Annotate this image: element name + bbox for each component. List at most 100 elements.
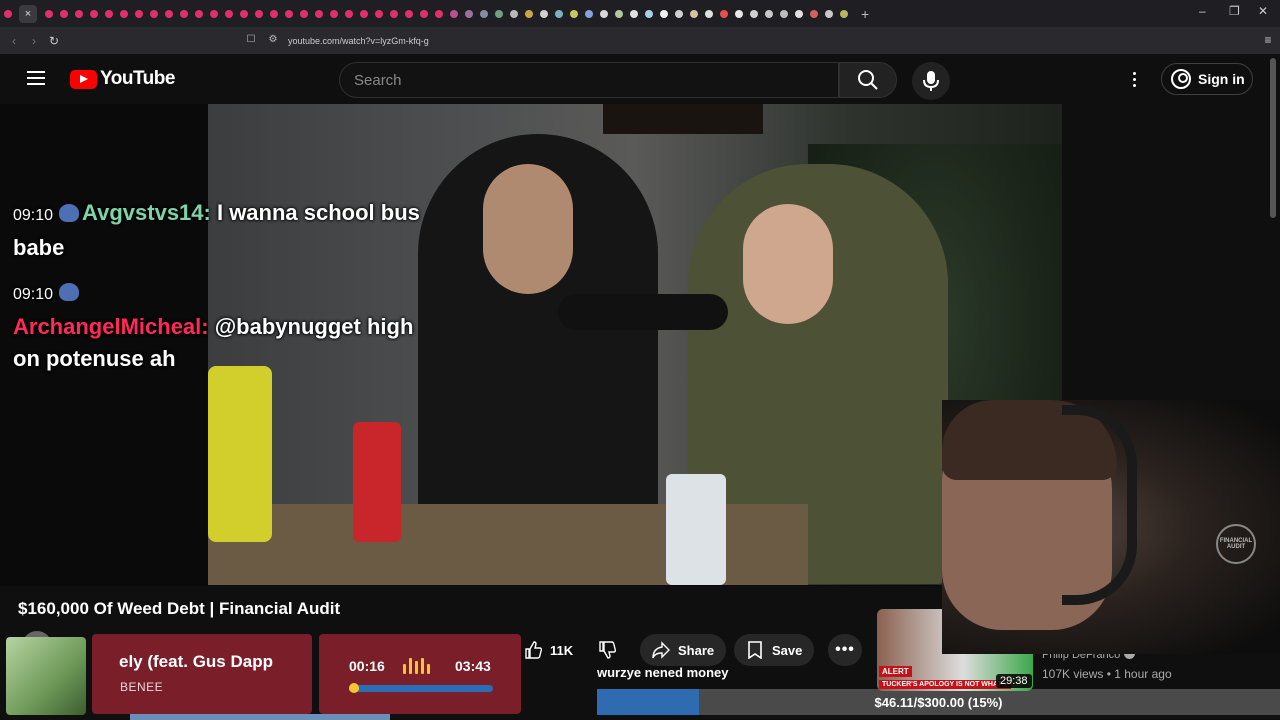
total-time: 03:43 <box>455 658 491 674</box>
lamp-shade <box>603 104 763 134</box>
song-title: ely (feat. Gus Dapp <box>119 652 273 671</box>
back-icon[interactable]: ‹ <box>4 34 24 48</box>
tab-favicon-icon[interactable] <box>765 9 773 18</box>
tab-favicon-icon[interactable] <box>735 9 743 18</box>
headphones <box>1062 405 1137 605</box>
tab-favicon-icon[interactable] <box>675 9 683 18</box>
tab-favicon-icon[interactable] <box>300 9 308 18</box>
search-input[interactable]: Search <box>339 62 839 98</box>
tab-favicon-icon[interactable] <box>795 9 803 18</box>
thumbs-up-icon <box>524 641 542 659</box>
tab-favicon-icon[interactable] <box>360 9 368 18</box>
search-icon <box>858 70 878 90</box>
tab-favicon-icon[interactable] <box>375 9 383 18</box>
like-button[interactable]: 11K <box>512 634 582 666</box>
tab-favicon-icon[interactable] <box>180 9 188 18</box>
tab-favicon-icon[interactable] <box>465 9 473 18</box>
settings-more-icon[interactable] <box>1126 68 1142 90</box>
voice-search-button[interactable] <box>912 62 950 100</box>
tab-favicon-icon[interactable] <box>270 9 278 18</box>
tab-favicon-icon[interactable] <box>285 9 293 18</box>
tab-favicon-icon[interactable] <box>615 9 623 18</box>
tab-favicon-icon[interactable] <box>45 9 53 18</box>
hamburger-menu-icon[interactable] <box>27 71 45 85</box>
thumbnail-caption: TUCKER'S APOLOGY IS NOT WHAT Y <box>879 680 1012 689</box>
tab-favicon-icon[interactable] <box>195 9 203 18</box>
tab-favicon-icon[interactable] <box>570 9 578 18</box>
donation-message: wurzye nened money <box>597 665 729 680</box>
new-tab-button[interactable]: + <box>861 6 869 22</box>
like-count: 11K <box>550 642 574 658</box>
more-actions-button[interactable]: ••• <box>828 634 862 666</box>
tab-favicon-icon[interactable] <box>135 9 143 18</box>
tab-favicon-icon[interactable] <box>660 9 668 18</box>
forward-icon[interactable]: › <box>24 34 44 48</box>
tab-favicon-icon[interactable] <box>60 9 68 18</box>
tab-favicon-icon[interactable] <box>90 9 98 18</box>
page-scrollbar[interactable] <box>1270 58 1276 218</box>
tab-favicon-icon[interactable] <box>720 9 728 18</box>
close-window-button[interactable]: ✕ <box>1258 4 1268 18</box>
tab-favicon-icon[interactable] <box>525 9 533 18</box>
tab-favicon-icon[interactable] <box>150 9 158 18</box>
tab-favicon-icon[interactable] <box>585 9 593 18</box>
album-art <box>6 637 86 715</box>
tab-favicon-icon[interactable] <box>120 9 128 18</box>
tab-favicon-icon[interactable] <box>315 9 323 18</box>
tab-favicon-icon[interactable] <box>4 9 12 18</box>
tab-favicon-icon[interactable] <box>75 9 83 18</box>
tab-favicon-icon[interactable] <box>555 9 563 18</box>
tab-favicon-icon[interactable] <box>405 9 413 18</box>
tab-favicon-icon[interactable] <box>390 9 398 18</box>
tab-favicon-icon[interactable] <box>330 9 338 18</box>
dislike-button[interactable] <box>588 634 628 666</box>
reload-icon[interactable]: ↻ <box>44 34 64 48</box>
tab-favicon-icon[interactable] <box>645 9 653 18</box>
tab-favicon-icon[interactable] <box>480 9 488 18</box>
url-field[interactable]: ☐ ⚙ youtube.com/watch?v=lyzGm-kfq-g <box>244 30 994 51</box>
search-button[interactable] <box>839 62 897 98</box>
minimize-button[interactable]: – <box>1199 4 1206 18</box>
tab-favicon-icon[interactable] <box>630 9 638 18</box>
tab-favicon-icon[interactable] <box>210 9 218 18</box>
close-tab-icon[interactable]: × <box>19 4 37 23</box>
tab-favicon-icon[interactable] <box>690 9 698 18</box>
youtube-wordmark: YouTube <box>100 68 175 89</box>
elapsed-time: 00:16 <box>349 658 385 674</box>
tab-favicon-icon[interactable] <box>600 9 608 18</box>
tab-favicon-icon[interactable] <box>240 9 248 18</box>
tab-favicon-icon[interactable] <box>420 9 428 18</box>
menu-icon[interactable]: ≡ <box>1258 33 1278 47</box>
sign-in-button[interactable]: Sign in <box>1161 63 1253 95</box>
tab-favicon-icon[interactable] <box>825 9 833 18</box>
tab-favicon-icon[interactable] <box>450 9 458 18</box>
tab-favicon-icon[interactable] <box>435 9 443 18</box>
tab-favicon-icon[interactable] <box>165 9 173 18</box>
address-bar-row: ‹ › ↻ ☐ ⚙ youtube.com/watch?v=lyzGm-kfq-… <box>0 27 1280 72</box>
browser-tab-strip: × + <box>0 0 1280 27</box>
tab-favicon-icon[interactable] <box>510 9 518 18</box>
save-button[interactable]: Save <box>734 634 815 666</box>
tab-favicon-icon[interactable] <box>780 9 788 18</box>
tab-favicon-icon[interactable] <box>105 9 113 18</box>
recommended-meta: 107K views • 1 hour ago <box>1042 667 1172 681</box>
tab-favicon-icon[interactable] <box>840 9 848 18</box>
tab-favicon-icon[interactable] <box>705 9 713 18</box>
save-label: Save <box>772 642 803 658</box>
tab-favicon-icon[interactable] <box>750 9 758 18</box>
share-button[interactable]: Share <box>640 634 727 666</box>
account-icon <box>1171 69 1191 89</box>
chat-message-1: 09:10 Avgvstvs14: I wanna school bus babe <box>13 197 433 264</box>
tab-favicon-icon[interactable] <box>810 9 818 18</box>
tab-favicon-icon[interactable] <box>345 9 353 18</box>
restore-button[interactable]: ❐ <box>1229 4 1240 18</box>
tab-favicon-icon[interactable] <box>225 9 233 18</box>
tab-favicon-icon[interactable] <box>255 9 263 18</box>
financial-audit-logo: FINANCIAL AUDIT <box>1216 524 1256 564</box>
bookmark-icon[interactable]: ☐ <box>244 34 258 48</box>
tab-favicon-icon[interactable] <box>495 9 503 18</box>
tab-favicon-icon[interactable] <box>540 9 548 18</box>
site-info-icon[interactable]: ⚙ <box>266 34 280 48</box>
youtube-logo[interactable]: YouTube <box>70 68 175 90</box>
chat-message-2: 09:10 ArchangelMicheal: @babynugget high … <box>13 276 433 375</box>
